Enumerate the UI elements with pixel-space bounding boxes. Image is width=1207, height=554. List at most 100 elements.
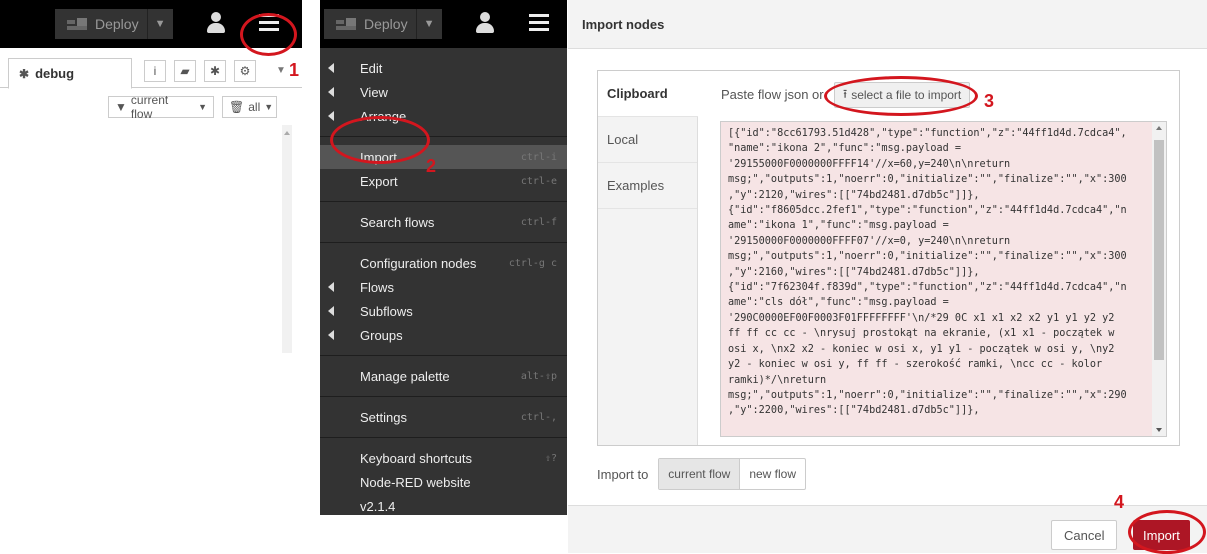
json-line: [{"id":"8cc61793.51d428","type":"functio… <box>728 128 1127 139</box>
filter-label: current flow <box>130 93 169 121</box>
menu-item-node-red-website[interactable]: Node-RED website <box>320 470 567 494</box>
import-nodes-dialog: Import nodes Clipboard Local Examples Pa… <box>568 0 1207 554</box>
menu-item-subflows[interactable]: Subflows <box>320 299 567 323</box>
json-line: ame":"ikona 1","func":"msg.payload = <box>728 220 949 232</box>
trash-icon: 🗑 <box>229 100 245 114</box>
json-line: '290C0000EF00F0003F01FFFFFFFF'\n/*29 0C … <box>728 312 1115 324</box>
clear-label: all <box>248 100 261 114</box>
json-line: ,"y":2120,"wires":[["74bd2481.d7db5c"]]}… <box>728 189 980 201</box>
tab-debug-label: debug <box>35 66 75 81</box>
menu-item-label: Flows <box>360 279 394 295</box>
scrollbar-thumb[interactable] <box>1154 140 1164 360</box>
menu-divider <box>320 242 567 243</box>
scrollbar[interactable] <box>282 125 292 353</box>
clear-all-button[interactable]: 🗑 all ▼ <box>222 96 277 118</box>
gear-icon[interactable]: ⚙ <box>234 60 256 82</box>
deploy-button[interactable]: Deploy ▼ <box>324 9 442 39</box>
menu-item-export[interactable]: Export ctrl-e <box>320 169 567 193</box>
header-bar: Deploy ▼ <box>320 0 567 48</box>
json-line: ,"y":2160,"wires":[["74bd2481.d7db5c"]]}… <box>728 266 980 278</box>
menu-item-label: Groups <box>360 327 403 343</box>
import-to-current-flow[interactable]: current flow <box>659 459 741 489</box>
filter-dropdown[interactable]: ▼ current flow ▼ <box>108 93 214 121</box>
caret-left-icon <box>328 63 334 73</box>
hamburger-menu-icon[interactable] <box>529 14 549 32</box>
chevron-down-icon[interactable]: ▼ <box>276 65 286 76</box>
annotation-circle <box>240 13 297 56</box>
menu-item-search-flows[interactable]: Search flows ctrl-f <box>320 210 567 234</box>
import-to-group: Import to current flow new flow <box>597 458 807 490</box>
tab-local[interactable]: Local <box>598 117 697 163</box>
deploy-label: Deploy <box>95 16 139 32</box>
menu-divider <box>320 396 567 397</box>
chevron-down-icon[interactable]: ▼ <box>146 9 173 39</box>
json-line: {"id":"7f62304f.f839d","type":"function"… <box>728 282 1127 294</box>
user-icon[interactable] <box>476 12 494 34</box>
debug-bug-icon[interactable]: ✱ <box>204 60 226 82</box>
json-line: ramki)*/\nreturn <box>728 374 827 386</box>
menu-item-label: View <box>360 84 388 100</box>
json-content: [{"id":"8cc61793.51d428","type":"functio… <box>728 126 1152 419</box>
tab-debug[interactable]: ✱ debug <box>8 58 132 89</box>
tab-examples[interactable]: Examples <box>598 163 697 209</box>
json-line: {"id":"f8605dcc.2fef1","type":"function"… <box>728 205 1127 217</box>
caret-left-icon <box>328 306 334 316</box>
annotation-step-number: 3 <box>984 91 995 111</box>
json-line: '29155000F0000000FFFF14'//x=60,y=240\n\n… <box>728 158 1011 170</box>
menu-item-label: Configuration nodes <box>360 255 477 271</box>
book-icon[interactable]: ▰ <box>174 60 196 82</box>
menu-item-label: Keyboard shortcuts <box>360 450 473 466</box>
json-line: msg;","outputs":1,"noerr":0,"initialize"… <box>728 251 1127 263</box>
deploy-icon <box>324 9 362 39</box>
tab-clipboard[interactable]: Clipboard <box>598 71 698 117</box>
menu-item-settings[interactable]: Settings ctrl-, <box>320 405 567 429</box>
json-line: osi x, \nx2 x2 - koniec w osi x, y1 y1 -… <box>728 343 1115 355</box>
menu-item-version: v2.1.4 <box>320 494 567 518</box>
caret-left-icon <box>328 282 334 292</box>
import-content-frame: Clipboard Local Examples Paste flow json… <box>597 70 1180 446</box>
menu-item-label: Settings <box>360 409 407 425</box>
deploy-label: Deploy <box>364 16 408 32</box>
cancel-button[interactable]: Cancel <box>1051 520 1118 550</box>
chevron-down-icon[interactable]: ▼ <box>415 9 442 39</box>
debug-sidebar-panel: Deploy ▼ 1 ✱ debug i ▰ ✱ ⚙ ▼ ▼ current f… <box>0 0 302 553</box>
menu-item-label: Edit <box>360 60 383 76</box>
menu-divider <box>320 201 567 202</box>
import-source-tabs: Clipboard Local Examples <box>598 71 698 445</box>
deploy-button[interactable]: Deploy ▼ <box>55 9 173 39</box>
menu-item-keyboard-shortcuts[interactable]: Keyboard shortcuts ⇧? <box>320 446 567 470</box>
import-to-label: Import to <box>597 466 649 482</box>
paste-label: Paste flow json or <box>721 87 824 102</box>
sidebar-tab-row: ✱ debug i ▰ ✱ ⚙ ▼ <box>0 56 302 89</box>
json-line: ame":"cls dół","func":"msg.payload = <box>728 297 949 309</box>
json-line: "name":"ikona 2","func":"msg.payload = <box>728 143 962 155</box>
json-textarea[interactable]: [{"id":"8cc61793.51d428","type":"functio… <box>720 121 1167 437</box>
menu-item-shortcut: alt-⇧p <box>520 370 557 382</box>
menu-item-manage-palette[interactable]: Manage palette alt-⇧p <box>320 364 567 388</box>
scrollbar[interactable] <box>1152 122 1166 436</box>
menu-item-groups[interactable]: Groups <box>320 323 567 347</box>
menu-item-shortcut: ctrl-e <box>520 175 557 187</box>
menu-item-view[interactable]: View <box>320 80 567 104</box>
chevron-down-icon: ▼ <box>198 102 207 112</box>
json-line: '29150000F0000000FFFF07'//x=0, y=240\n\n… <box>728 235 1011 247</box>
annotation-step-number: 4 <box>1114 492 1125 512</box>
menu-item-edit[interactable]: Edit <box>320 56 567 80</box>
import-to-toggle: current flow new flow <box>658 458 807 490</box>
menu-item-configuration-nodes[interactable]: Configuration nodes ctrl-g c <box>320 251 567 275</box>
json-line: ,"y":2200,"wires":[["74bd2481.d7db5c"]]}… <box>728 405 980 417</box>
user-icon[interactable] <box>207 12 225 34</box>
dialog-title: Import nodes <box>568 0 1207 49</box>
chevron-down-icon: ▼ <box>264 102 274 112</box>
menu-item-label: Node-RED website <box>360 474 471 490</box>
json-line: msg;","outputs":1,"noerr":0,"initialize"… <box>728 389 1127 401</box>
annotation-circle <box>330 116 430 164</box>
annotation-circle <box>1128 510 1206 554</box>
dialog-footer: Cancel Import <box>568 505 1207 553</box>
caret-left-icon <box>328 330 334 340</box>
info-icon[interactable]: i <box>144 60 166 82</box>
menu-item-flows[interactable]: Flows <box>320 275 567 299</box>
import-to-new-flow[interactable]: new flow <box>740 459 805 489</box>
json-line: y2 - koniec w osi y, ff ff - szerokość r… <box>728 359 1103 371</box>
filter-icon: ▼ <box>115 100 127 114</box>
